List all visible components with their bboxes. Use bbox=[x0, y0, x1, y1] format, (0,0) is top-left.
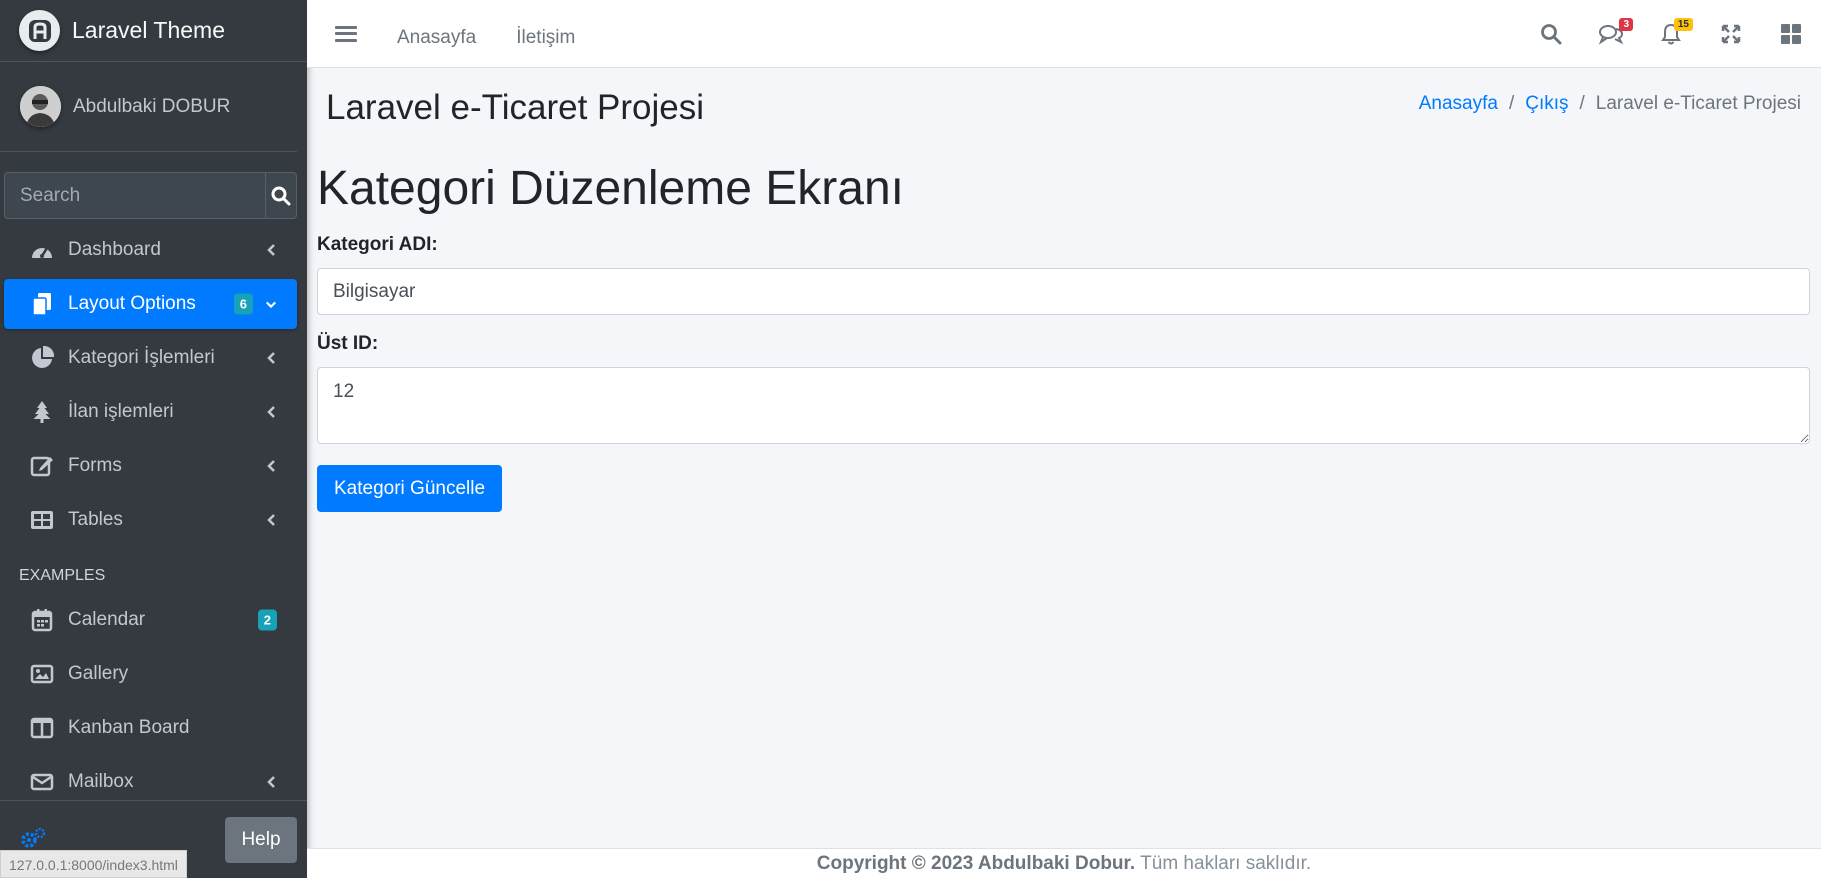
help-button[interactable]: Help bbox=[225, 817, 297, 863]
page-title: Laravel e-Ticaret Projesi bbox=[326, 88, 705, 127]
sidebar-item-kanban-board[interactable]: Kanban Board bbox=[4, 703, 297, 753]
chevron-left-icon bbox=[265, 775, 277, 789]
pie-chart-icon bbox=[28, 344, 56, 372]
breadcrumb-current: Laravel e-Ticaret Projesi bbox=[1595, 93, 1801, 114]
copy-icon bbox=[28, 290, 56, 318]
nav-link-contact[interactable]: İletişim bbox=[516, 27, 575, 49]
brand-link[interactable]: Laravel Theme bbox=[0, 0, 307, 62]
envelope-icon bbox=[28, 768, 56, 796]
sidebar-item-gallery[interactable]: Gallery bbox=[4, 649, 297, 699]
breadcrumb-separator: / bbox=[1508, 93, 1515, 114]
chevron-left-icon bbox=[265, 351, 277, 365]
sidebar-item-label: Gallery bbox=[68, 663, 129, 684]
messages-badge: 3 bbox=[1619, 18, 1633, 31]
sidebar-item-kategori-islemleri[interactable]: Kategori İşlemleri bbox=[4, 333, 297, 383]
th-large-icon bbox=[1781, 24, 1801, 44]
table-icon bbox=[28, 506, 56, 534]
menu-toggle-icon[interactable] bbox=[335, 24, 357, 44]
sidebar-item-label: Kategori İşlemleri bbox=[68, 347, 215, 368]
parent-id-textarea[interactable]: 12 bbox=[317, 367, 1810, 444]
topbar-icons: 3 15 bbox=[1521, 0, 1821, 68]
navbar-search-button[interactable] bbox=[1521, 0, 1581, 68]
sidebar-item-tables[interactable]: Tables bbox=[4, 495, 297, 545]
avatar bbox=[20, 86, 61, 127]
chevron-left-icon bbox=[265, 513, 277, 527]
tree-icon bbox=[28, 398, 56, 426]
status-bar-url: 127.0.0.1:8000/index3.html bbox=[0, 850, 187, 878]
sidebar-item-forms[interactable]: Forms bbox=[4, 441, 297, 491]
sidebar-item-label: Forms bbox=[68, 455, 122, 476]
breadcrumb-home[interactable]: Anasayfa bbox=[1419, 93, 1498, 115]
notifications-dropdown[interactable]: 15 bbox=[1641, 0, 1701, 68]
search-icon bbox=[1541, 24, 1562, 45]
sidebar-item-label: İlan işlemleri bbox=[68, 401, 174, 422]
brand-title: Laravel Theme bbox=[72, 17, 225, 43]
chevron-down-icon bbox=[265, 297, 277, 311]
count-badge: 2 bbox=[257, 609, 277, 631]
notifications-badge: 15 bbox=[1673, 18, 1693, 31]
count-badge: 6 bbox=[233, 293, 253, 315]
sidebar-item-label: Kanban Board bbox=[68, 717, 190, 738]
update-category-button[interactable]: Kategori Güncelle bbox=[317, 465, 503, 512]
nav-link-home[interactable]: Anasayfa bbox=[397, 27, 476, 49]
main-footer: Copyright © 2023 Abdulbaki Dobur. Tüm ha… bbox=[307, 848, 1821, 878]
search-icon bbox=[271, 186, 291, 205]
nav-section-header: EXAMPLES bbox=[19, 567, 106, 584]
brand-logo-icon bbox=[19, 10, 60, 51]
rights-text: Tüm hakları saklıdır. bbox=[1140, 852, 1312, 874]
copyright-text: Copyright © 2023 Abdulbaki Dobur. bbox=[816, 852, 1136, 874]
control-sidebar-button[interactable] bbox=[1761, 0, 1821, 68]
calendar-icon bbox=[28, 606, 56, 634]
chevron-left-icon bbox=[265, 459, 277, 473]
chevron-left-icon bbox=[265, 405, 277, 419]
messages-dropdown[interactable]: 3 bbox=[1581, 0, 1641, 68]
category-name-input[interactable] bbox=[317, 268, 1810, 315]
sidebar-item-label: Mailbox bbox=[68, 771, 134, 792]
content-header: Laravel e-Ticaret Projesi Anasayfa / Çık… bbox=[307, 68, 1821, 148]
sidebar-search bbox=[4, 172, 297, 219]
user-name[interactable]: Abdulbaki DOBUR bbox=[73, 96, 230, 118]
sidebar-item-layout-options[interactable]: Layout Options 6 bbox=[4, 279, 297, 329]
tachometer-icon bbox=[28, 236, 56, 264]
sidebar-search-input[interactable] bbox=[4, 172, 265, 219]
fullscreen-button[interactable] bbox=[1701, 0, 1761, 68]
sidebar-item-label: Layout Options bbox=[68, 293, 196, 314]
user-panel[interactable]: Abdulbaki DOBUR bbox=[0, 62, 297, 152]
sidebar-item-label: Calendar bbox=[68, 609, 146, 630]
breadcrumb: Anasayfa / Çıkış / Laravel e-Ticaret Pro… bbox=[1419, 93, 1801, 115]
main-content: Kategori Düzenleme Ekranı Kategori ADI: … bbox=[317, 148, 1810, 512]
breadcrumb-separator: / bbox=[1579, 93, 1585, 114]
sidebar-nav: Dashboard Layout Options 6 Kategori İşle… bbox=[0, 225, 307, 807]
image-icon bbox=[28, 660, 56, 688]
main-header: Anasayfa İletişim 3 15 bbox=[307, 0, 1821, 68]
sidebar-item-ilan-islemleri[interactable]: İlan işlemleri bbox=[4, 387, 297, 437]
expand-arrows-icon bbox=[1721, 24, 1741, 44]
sidebar-item-dashboard[interactable]: Dashboard bbox=[4, 225, 297, 275]
form-title: Kategori Düzenleme Ekranı bbox=[317, 162, 904, 215]
sidebar-item-label: Tables bbox=[68, 509, 123, 530]
sidebar-search-button[interactable] bbox=[265, 172, 297, 219]
edit-icon bbox=[28, 452, 56, 480]
sidebar-item-calendar[interactable]: Calendar 2 bbox=[4, 595, 297, 645]
breadcrumb-logout[interactable]: Çıkış bbox=[1525, 93, 1568, 115]
main-sidebar: Laravel Theme Abdulbaki DOBUR Dashboard … bbox=[0, 0, 307, 878]
parent-id-label: Üst ID: bbox=[317, 333, 379, 354]
category-name-label: Kategori ADI: bbox=[317, 234, 438, 255]
chevron-left-icon bbox=[265, 243, 277, 257]
sidebar-item-label: Dashboard bbox=[68, 239, 161, 260]
columns-icon bbox=[28, 714, 56, 742]
